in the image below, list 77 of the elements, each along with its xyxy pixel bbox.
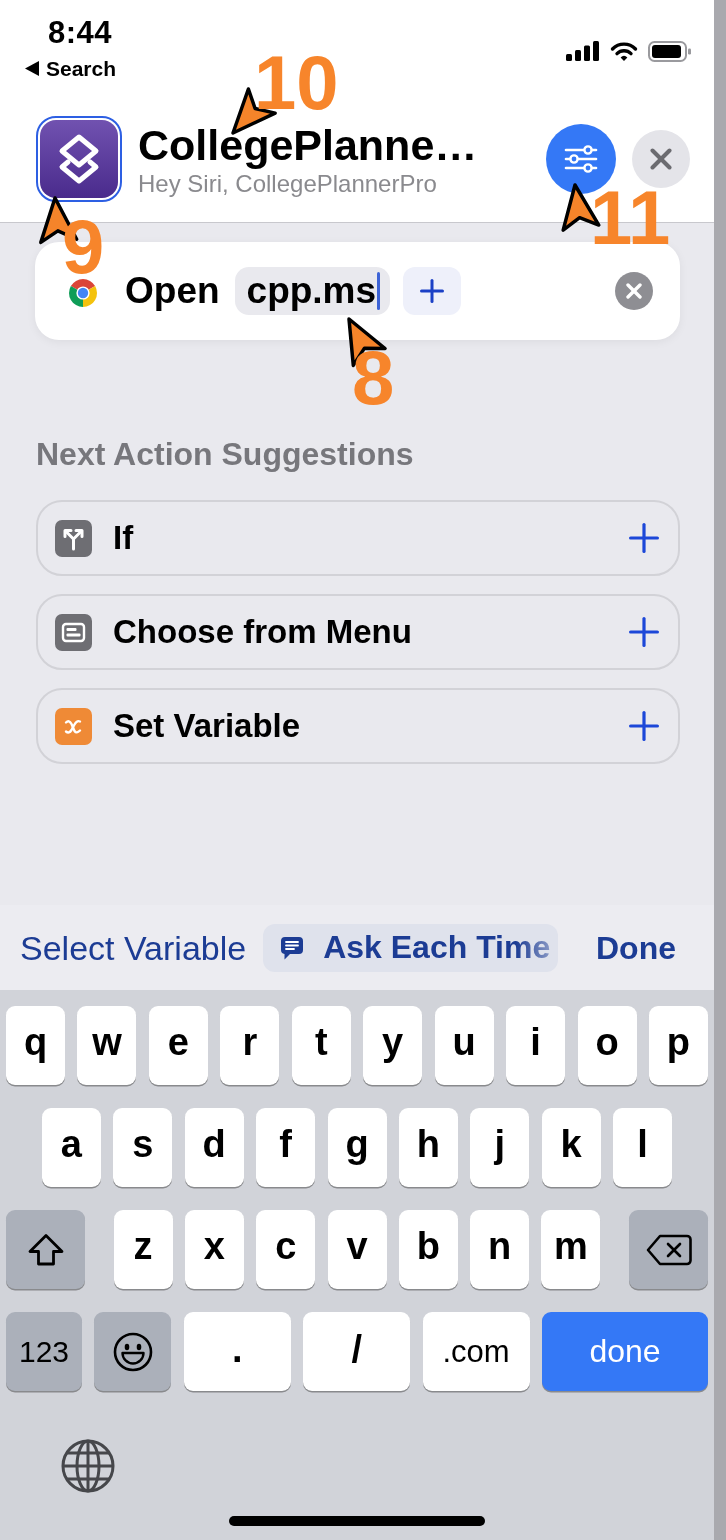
battery-icon (648, 40, 691, 62)
action-verb: Open (125, 269, 220, 313)
keyboard-key[interactable]: q (6, 1006, 65, 1085)
suggestion-label: If (113, 519, 134, 557)
keyboard-key[interactable]: e (148, 1006, 208, 1085)
keyboard-key[interactable]: . (183, 1312, 291, 1391)
shortcut-title: CollegePlanne… (138, 121, 478, 168)
speech-bubble-icon (279, 934, 306, 961)
callout-number: 10 (254, 55, 339, 111)
url-token-field[interactable]: cpp.ms (234, 267, 391, 315)
back-icon (25, 61, 39, 76)
keyboard-key[interactable]: x (184, 1210, 244, 1289)
keyboard-key[interactable]: u (434, 1006, 494, 1085)
add-parameter-button[interactable] (403, 267, 462, 315)
keyboard-key[interactable]: k (541, 1108, 601, 1187)
globe-icon[interactable] (61, 1439, 115, 1493)
signal-icon (566, 41, 600, 61)
add-icon[interactable] (629, 523, 659, 553)
keyboard-key[interactable]: t (291, 1006, 351, 1085)
emoji-key[interactable] (94, 1312, 172, 1391)
keyboard-key[interactable]: m (541, 1210, 601, 1289)
keyboard-key[interactable]: w (77, 1006, 137, 1085)
branch-icon (55, 519, 92, 557)
x-icon (626, 283, 642, 299)
plus-icon (420, 279, 445, 303)
keyboard-key[interactable]: f (256, 1108, 316, 1187)
suggestion-row[interactable]: Set Variable (36, 688, 680, 764)
menu-icon (55, 613, 92, 651)
add-icon[interactable] (629, 617, 659, 647)
browser-icon (68, 278, 98, 308)
keyboard-key[interactable]: z (113, 1210, 173, 1289)
suggestion-label: Choose from Menu (113, 613, 412, 651)
suggestion-label: Set Variable (113, 707, 301, 745)
keyboard-key[interactable]: l (613, 1108, 673, 1187)
siri-phrase: Hey Siri, CollegePlannerPro (138, 169, 437, 197)
keyboard-key[interactable]: h (398, 1108, 458, 1187)
keyboard-key[interactable]: y (363, 1006, 423, 1085)
back-link[interactable]: Search (25, 56, 117, 81)
suggestion-row[interactable]: Choose from Menu (36, 594, 680, 670)
keyboard-key[interactable]: r (220, 1006, 280, 1085)
keyboard-key[interactable]: n (470, 1210, 530, 1289)
wifi-icon (610, 40, 638, 62)
section-heading: Next Action Suggestions (36, 435, 414, 473)
delete-key[interactable] (629, 1210, 708, 1289)
keyboard-key[interactable]: p (648, 1006, 708, 1085)
callout-number: 8 (352, 350, 395, 406)
close-icon (650, 148, 672, 170)
app-icon[interactable] (36, 116, 122, 202)
keyboard-key[interactable]: b (398, 1210, 458, 1289)
select-variable-button[interactable]: Select Variable (20, 927, 247, 968)
keyboard-key[interactable]: o (577, 1006, 637, 1085)
smiley-icon (112, 1331, 153, 1372)
shift-key[interactable] (6, 1210, 85, 1289)
backspace-icon (645, 1233, 692, 1266)
status-time: 8:44 (48, 16, 113, 50)
keyboard-key[interactable]: s (113, 1108, 173, 1187)
keyboard-key[interactable]: i (506, 1006, 566, 1085)
keyboard-key[interactable]: j (470, 1108, 530, 1187)
keyboard-key[interactable]: d (184, 1108, 244, 1187)
done-key[interactable]: done (542, 1312, 708, 1391)
keyboard-key[interactable]: g (327, 1108, 387, 1187)
add-icon[interactable] (629, 711, 659, 741)
keyboard-key[interactable]: / (303, 1312, 411, 1391)
variable-icon (55, 707, 92, 745)
callout-number: 11 (590, 190, 671, 246)
remove-action-button[interactable] (615, 272, 653, 310)
shift-icon (26, 1232, 65, 1267)
keyboard-key[interactable]: .com (422, 1312, 530, 1391)
keyboard-key[interactable]: v (327, 1210, 387, 1289)
suggestion-row[interactable]: If (36, 500, 680, 576)
done-button[interactable]: Done (596, 927, 676, 968)
numbers-key[interactable]: 123 (6, 1312, 82, 1391)
keyboard-key[interactable]: a (41, 1108, 101, 1187)
keyboard-key[interactable]: c (256, 1210, 316, 1289)
sliders-icon (564, 145, 598, 173)
callout-number: 9 (62, 219, 105, 275)
ask-each-time-button[interactable]: Ask Each Time (263, 923, 559, 972)
